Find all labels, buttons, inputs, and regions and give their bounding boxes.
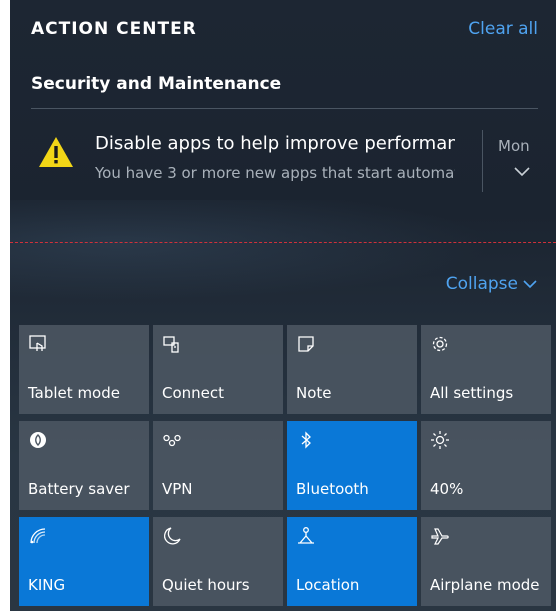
quick-action-all-settings[interactable]: All settings <box>421 325 551 414</box>
location-icon <box>298 527 314 544</box>
page-title: ACTION CENTER <box>31 19 197 39</box>
tablet-mode-icon <box>29 335 46 351</box>
quick-action-bluetooth[interactable]: Bluetooth <box>287 421 417 510</box>
quick-action-wifi[interactable]: KING <box>19 517 149 606</box>
quick-action-quiet-hours[interactable]: Quiet hours <box>153 517 283 606</box>
dashed-marker-line <box>10 242 556 243</box>
group-divider <box>31 108 538 109</box>
notification-body: You have 3 or more new apps that start a… <box>95 164 455 182</box>
notification-card[interactable]: Disable apps to help improve performance… <box>10 110 556 200</box>
quick-action-airplane-mode[interactable]: Airplane mode <box>421 517 551 606</box>
quick-action-location[interactable]: Location <box>287 517 417 606</box>
tile-label: Airplane mode <box>430 576 540 594</box>
tile-label: Connect <box>162 384 225 402</box>
tile-label: Quiet hours <box>162 576 250 594</box>
notification-time: Mon <box>498 137 530 155</box>
quick-action-battery-saver[interactable]: Battery saver <box>19 421 149 510</box>
action-center-panel: ACTION CENTER Clear all Security and Mai… <box>10 0 556 611</box>
clear-all-link[interactable]: Clear all <box>468 19 538 39</box>
brightness-icon <box>431 431 449 449</box>
quick-action-tablet-mode[interactable]: Tablet mode <box>19 325 149 414</box>
tile-label: 40% <box>430 480 464 498</box>
tile-label: KING <box>28 576 66 594</box>
bluetooth-icon <box>301 431 311 449</box>
wifi-icon <box>30 528 46 544</box>
gear-icon <box>432 336 448 352</box>
tile-label: Note <box>296 384 332 402</box>
quick-action-vpn[interactable]: VPN <box>153 421 283 510</box>
collapse-button[interactable]: Collapse <box>446 274 538 294</box>
quick-action-brightness[interactable]: 40% <box>421 421 551 510</box>
collapse-label: Collapse <box>445 274 518 294</box>
airplane-icon <box>431 528 449 545</box>
vpn-icon <box>163 434 181 447</box>
connect-icon <box>163 336 179 353</box>
notification-title: Disable apps to help improve performance <box>95 133 455 154</box>
collapse-chevron-icon <box>523 280 537 289</box>
note-icon <box>298 336 314 352</box>
tile-label: Location <box>296 576 360 594</box>
quick-action-connect[interactable]: Connect <box>153 325 283 414</box>
battery-saver-icon <box>30 432 46 448</box>
header: ACTION CENTER Clear all <box>10 0 556 60</box>
tile-label: Bluetooth <box>296 480 369 498</box>
notification-group-title[interactable]: Security and Maintenance <box>31 74 281 94</box>
notification-separator <box>482 130 483 192</box>
tile-label: VPN <box>162 480 193 498</box>
tile-label: Battery saver <box>28 480 130 498</box>
warning-icon <box>39 137 73 167</box>
tile-label: Tablet mode <box>28 384 120 402</box>
quick-action-note[interactable]: Note <box>287 325 417 414</box>
moon-icon <box>164 527 181 545</box>
tile-label: All settings <box>430 384 514 402</box>
chevron-down-icon[interactable] <box>513 165 531 177</box>
